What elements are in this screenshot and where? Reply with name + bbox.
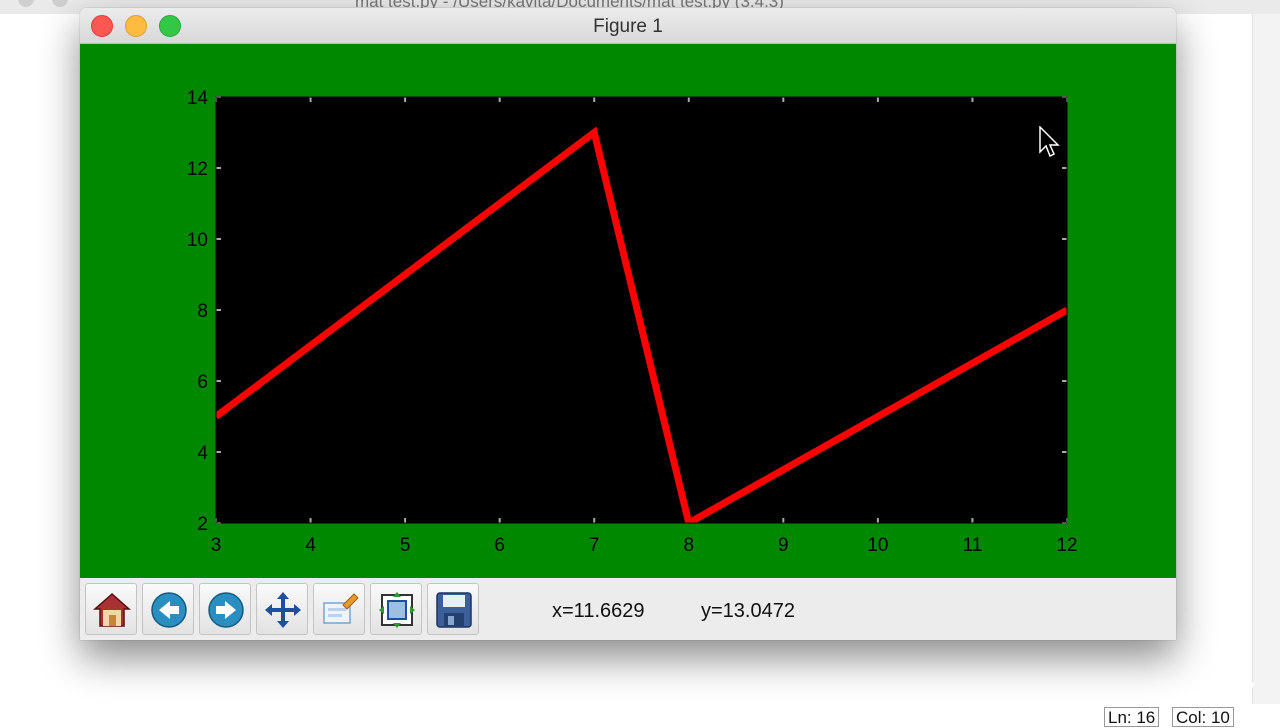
axes-background bbox=[216, 97, 1067, 523]
x-tick-label: 11 bbox=[963, 535, 983, 556]
x-tick-label: 12 bbox=[1056, 535, 1077, 556]
figure-title: Figure 1 bbox=[593, 16, 663, 37]
x-tick-label: 6 bbox=[494, 535, 505, 556]
move-arrows-icon bbox=[265, 592, 301, 628]
cursor-x-readout: x=11.6629 bbox=[552, 600, 645, 622]
mouse-pointer-icon bbox=[1039, 126, 1060, 158]
y-tick-label: 2 bbox=[197, 514, 208, 535]
watermark-logo: udemy bbox=[1162, 672, 1255, 705]
x-tick-label: 4 bbox=[305, 535, 316, 556]
zoom-button[interactable] bbox=[313, 583, 365, 635]
y-tick-label: 6 bbox=[197, 372, 208, 393]
x-tick-label: 10 bbox=[867, 535, 888, 556]
pan-button[interactable] bbox=[256, 583, 308, 635]
home-button[interactable] bbox=[85, 583, 137, 635]
line-chart: 3 4 5 6 7 8 9 10 11 12 2 4 6 8 10 12 14 bbox=[187, 88, 1078, 556]
x-tick-label: 8 bbox=[683, 535, 694, 556]
y-tick-label: 8 bbox=[197, 301, 208, 322]
x-tick-label: 5 bbox=[400, 535, 411, 556]
status-bar: Ln: 16 Col: 10 bbox=[1100, 704, 1280, 727]
x-tick-label: 3 bbox=[211, 535, 222, 556]
figure-canvas[interactable]: 3 4 5 6 7 8 9 10 11 12 2 4 6 8 10 12 14 bbox=[80, 44, 1176, 578]
subplots-icon bbox=[379, 592, 415, 628]
arrow-right-icon bbox=[208, 592, 244, 628]
y-tick-label: 14 bbox=[187, 88, 209, 109]
floppy-disk-icon bbox=[436, 592, 472, 628]
y-tick-label: 12 bbox=[187, 159, 208, 180]
subplots-button[interactable] bbox=[370, 583, 422, 635]
y-tick-label: 10 bbox=[187, 230, 208, 251]
cursor-y-readout: y=13.0472 bbox=[701, 600, 795, 622]
back-button[interactable] bbox=[142, 583, 194, 635]
editor-close-button[interactable] bbox=[18, 0, 34, 7]
x-tick-label: 9 bbox=[778, 535, 789, 556]
arrow-left-icon bbox=[151, 592, 187, 628]
home-icon bbox=[93, 592, 131, 627]
forward-button[interactable] bbox=[199, 583, 251, 635]
save-button[interactable] bbox=[427, 583, 479, 635]
status-column: Col: 10 bbox=[1172, 707, 1234, 727]
figure-toolbar: x=11.6629 y=13.0472 bbox=[80, 578, 1176, 640]
status-line: Ln: 16 bbox=[1104, 707, 1160, 727]
y-tick-label: 4 bbox=[197, 443, 208, 464]
zoom-rect-icon bbox=[323, 593, 359, 624]
x-tick-label: 7 bbox=[589, 535, 600, 556]
figure-window: Figure 1 3 4 5 6 7 8 9 10 11 12 2 4 6 8 10 12 14 bbox=[80, 8, 1176, 640]
editor-minimize-button[interactable] bbox=[52, 0, 68, 7]
editor-scrollbar[interactable] bbox=[1252, 14, 1280, 704]
figure-titlebar[interactable]: Figure 1 bbox=[80, 8, 1176, 44]
